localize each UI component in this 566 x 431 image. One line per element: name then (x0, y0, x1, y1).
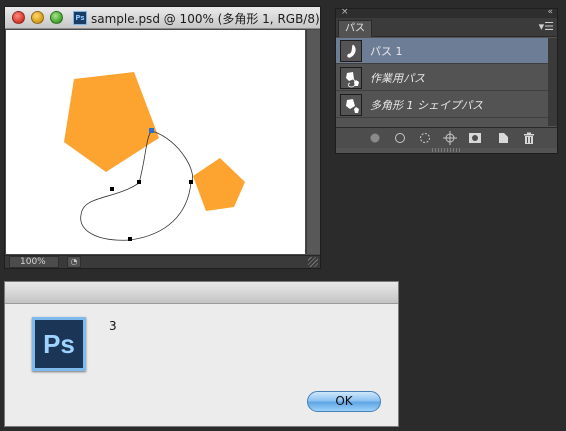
anchor-point (189, 180, 193, 184)
path-thumbnail-icon (340, 67, 362, 89)
document-statusbar: 100% ◔ (5, 255, 320, 268)
photoshop-app-icon-label: Ps (43, 329, 75, 359)
add-mask-icon[interactable] (468, 131, 482, 145)
panel-tabbar: パス ▾☰ (336, 18, 557, 37)
document-titlebar[interactable]: Ps sample.psd @ 100% (多角形 1, RGB/8) (5, 7, 320, 29)
new-path-icon[interactable] (496, 131, 510, 145)
load-selection-icon[interactable] (418, 131, 432, 145)
close-window-button[interactable] (12, 11, 25, 24)
psd-file-icon: Ps (73, 11, 87, 25)
document-canvas[interactable] (6, 30, 305, 254)
path-thumbnail-icon (340, 94, 362, 116)
trash-icon[interactable] (522, 131, 536, 145)
status-info-button[interactable]: ◔ (67, 256, 81, 268)
path-thumbnail-icon (340, 40, 362, 62)
path-item-label: 多角形 1 シェイプパス (370, 99, 483, 112)
document-title: sample.psd @ 100% (多角形 1, RGB/8) (91, 12, 320, 26)
alert-message: 3 (109, 319, 117, 333)
document-window: Ps sample.psd @ 100% (多角形 1, RGB/8) 100%… (4, 6, 321, 269)
panel-header-strip[interactable]: × « (336, 7, 557, 18)
collapse-panel-icon[interactable]: « (547, 7, 553, 17)
path-item-label: パス 1 (370, 45, 403, 58)
alert-titlebar[interactable] (5, 282, 398, 304)
photoshop-app-icon: Ps (32, 317, 86, 371)
panel-resize-grip[interactable] (432, 148, 460, 152)
path-item-1[interactable]: パス 1 (336, 38, 548, 64)
ok-button[interactable]: OK (307, 391, 381, 412)
stroke-path-icon[interactable] (393, 131, 407, 145)
minimize-window-button[interactable] (31, 11, 44, 24)
close-panel-icon[interactable]: × (341, 7, 349, 17)
path-item-label: 作業用パス (370, 72, 425, 85)
make-work-path-icon[interactable] (443, 131, 457, 145)
small-pentagon-shape (193, 158, 245, 211)
zoom-level-field[interactable]: 100% (9, 256, 59, 268)
alert-dialog: Ps 3 OK (4, 281, 399, 427)
panel-footer-toolbar (336, 127, 557, 148)
fill-path-icon[interactable] (368, 131, 382, 145)
paths-panel: × « パス ▾☰ パス 1 作業用パス 多角形 1 シェイプパス (335, 7, 558, 154)
tab-paths[interactable]: パス (338, 20, 372, 37)
anchor-point (128, 237, 132, 241)
path-item-shape[interactable]: 多角形 1 シェイプパス (336, 92, 548, 118)
zoom-window-button[interactable] (50, 11, 63, 24)
document-vertical-scrollbar[interactable] (306, 30, 320, 254)
anchor-point (110, 187, 114, 191)
resize-grip-icon[interactable] (308, 257, 318, 267)
anchor-point-selected (149, 128, 154, 133)
panel-scrollbar[interactable] (548, 38, 557, 126)
anchor-point (137, 180, 141, 184)
path-item-work[interactable]: 作業用パス (336, 65, 548, 91)
panel-menu-icon[interactable]: ▾☰ (539, 20, 554, 34)
